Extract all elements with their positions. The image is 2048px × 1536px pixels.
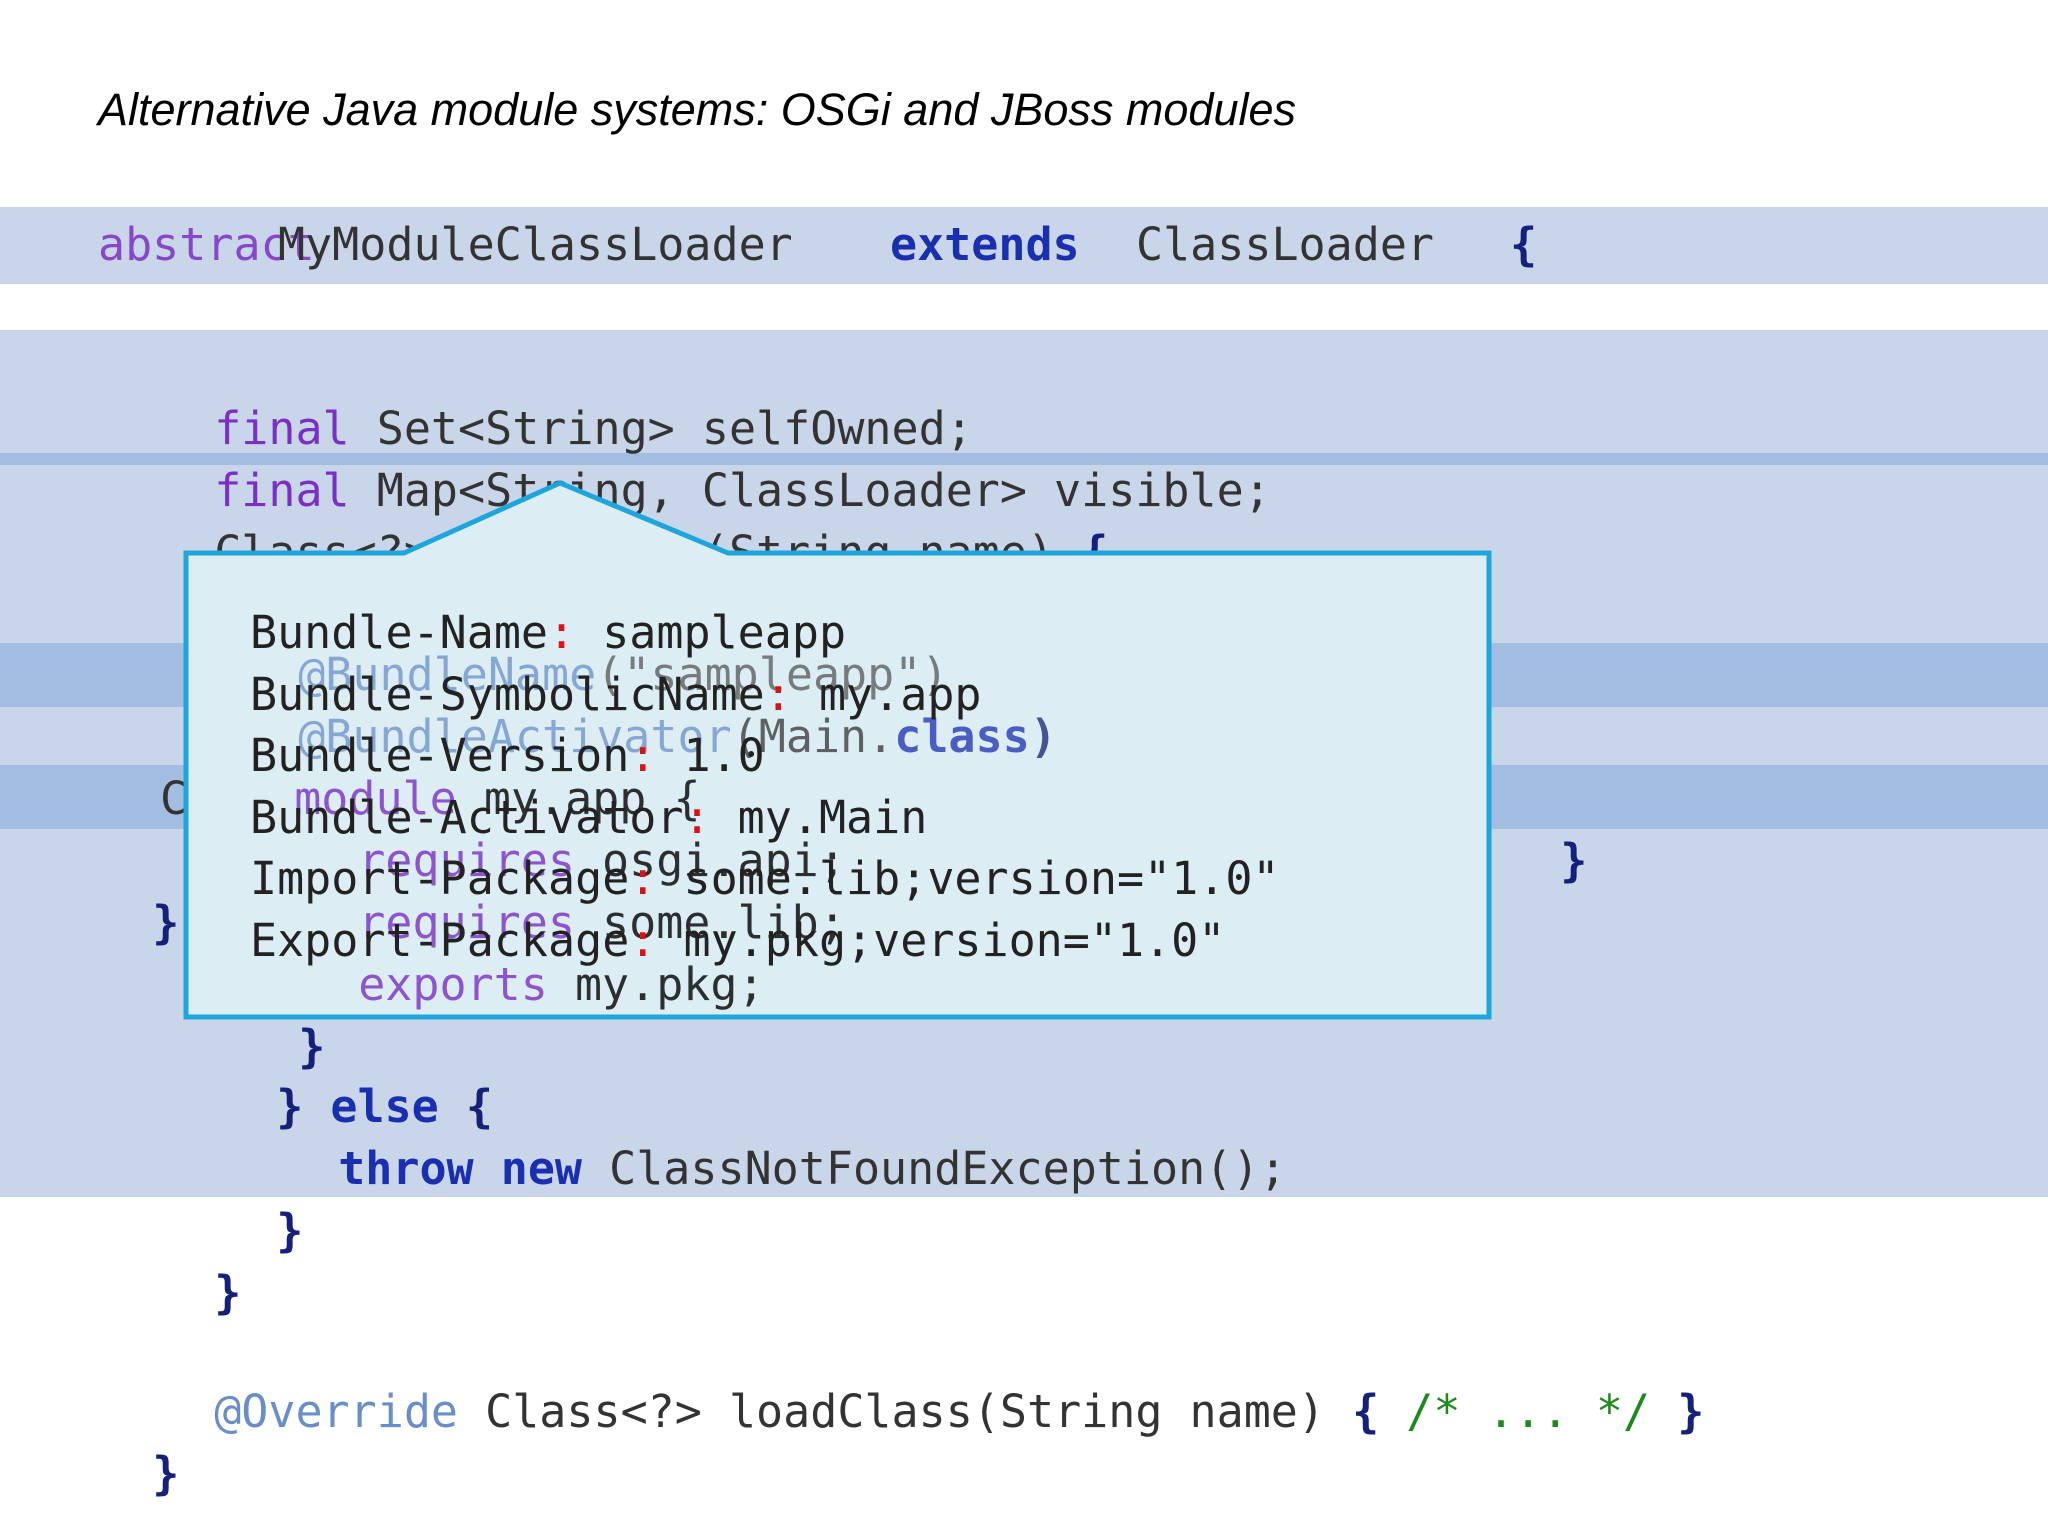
code-line-c-ghost: C	[160, 772, 188, 825]
manifest-line: Bundle-Activator: my.Main	[250, 787, 927, 849]
manifest-value: some.lib;version="1.0"	[656, 852, 1280, 905]
manifest-value: my.pkg;version="1.0"	[656, 913, 1226, 967]
method-open-brace: {	[1081, 526, 1109, 579]
code-line-loadclass: @Override Class<?> loadClass(String name…	[160, 1319, 1704, 1443]
loadclass-close-brace: }	[1677, 1385, 1705, 1438]
manifest-key: Export-Package	[250, 913, 630, 967]
brace-left-2: }	[98, 830, 179, 954]
loadclass-signature: Class<?> loadClass(String name)	[485, 1385, 1325, 1438]
annotation-close-paren: )	[1029, 710, 1057, 763]
close-brace-1: }	[214, 712, 242, 765]
close-brace-6: }	[152, 1447, 180, 1500]
manifest-key: Bundle-Name	[250, 606, 549, 659]
manifest-colon: :	[629, 913, 657, 967]
manifest-line: Import-Package: some.lib;version="1.0"	[250, 848, 1280, 910]
manifest-line: Bundle-SymbolicName: my.app	[250, 664, 982, 726]
brace-left-1: }	[160, 646, 241, 770]
throw-keyword: throw	[338, 1142, 474, 1195]
brace-method-close: }	[160, 1200, 241, 1324]
manifest-colon: :	[629, 729, 657, 782]
close-brace-4: }	[276, 1204, 304, 1257]
manifest-colon: :	[764, 667, 792, 721]
parent-class: ClassLoader	[1136, 218, 1435, 271]
manifest-key: Bundle-Version	[250, 729, 630, 782]
module-close-brace: }	[298, 1020, 326, 1073]
manifest-colon: :	[629, 852, 657, 905]
close-brace-2: }	[1560, 834, 1588, 887]
manifest-line: Export-Package: my.pkg;version="1.0"	[250, 910, 1225, 972]
manifest-value: 1.0	[656, 729, 765, 782]
new-keyword: new	[500, 1142, 583, 1195]
manifest-colon: :	[548, 606, 576, 659]
code-line-throw: throw new ClassNotFoundException();	[284, 1076, 1286, 1200]
class-name: MyModuleClassLoader	[278, 218, 793, 271]
brace-class-close: }	[98, 1381, 179, 1505]
manifest-value: my.Main	[710, 790, 928, 844]
popup-module-close: }	[244, 954, 325, 1078]
exception-call: ClassNotFoundException();	[609, 1142, 1287, 1195]
manifest-key: Bundle-Activator	[250, 790, 684, 844]
manifest-line: Bundle-Version: 1.0	[250, 725, 765, 787]
loadclass-open-brace: {	[1352, 1385, 1380, 1438]
manifest-value: sampleapp	[575, 606, 847, 659]
open-brace: {	[1510, 218, 1538, 271]
manifest-colon: :	[683, 790, 711, 844]
override-annotation: @Override	[214, 1385, 459, 1438]
manifest-line: Bundle-Name: sampleapp	[250, 602, 846, 664]
close-brace-3: }	[152, 896, 180, 949]
brace-right-1: }	[1506, 768, 1587, 892]
code-line-class-decl: abstract MyModuleClassLoader extends ClassL…	[98, 214, 1537, 338]
manifest-key: Bundle-SymbolicName	[250, 667, 765, 721]
manifest-key: Import-Package	[250, 852, 630, 905]
code-comment: /* ... */	[1406, 1385, 1651, 1438]
slide-title: Alternative Java module systems: OSGi an…	[98, 84, 1297, 135]
manifest-value: my.app	[791, 667, 982, 721]
close-brace-5: }	[214, 1266, 242, 1319]
extends-keyword: extends	[890, 218, 1080, 271]
